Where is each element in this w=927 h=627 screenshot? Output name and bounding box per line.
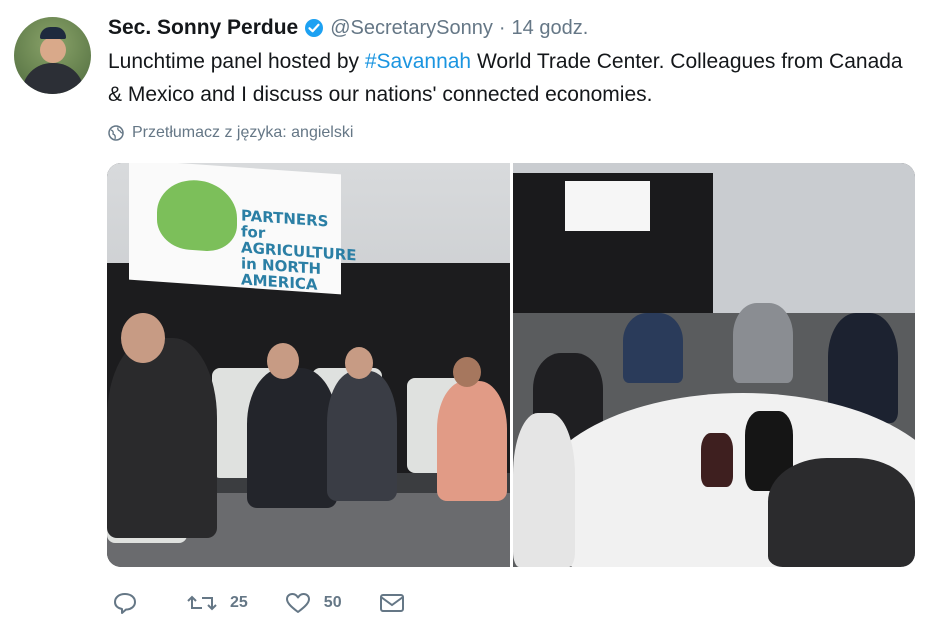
direct-message-button[interactable] xyxy=(378,592,418,614)
tweet-text-part-1: Lunchtime panel hosted by xyxy=(108,50,365,73)
hashtag-link[interactable]: #Savannah xyxy=(365,50,471,73)
tree-logo-icon xyxy=(157,177,237,254)
attendee xyxy=(768,458,915,567)
tweet-header: Sec. Sonny Perdue @SecretarySonny · 14 g… xyxy=(108,14,588,42)
author-handle[interactable]: @SecretarySonny xyxy=(330,17,493,40)
avatar-face xyxy=(40,37,66,63)
attendee xyxy=(733,303,793,383)
drink-pitcher xyxy=(701,433,733,487)
like-count: 50 xyxy=(323,594,342,611)
retweet-button[interactable]: 25 xyxy=(186,591,248,615)
reply-button[interactable] xyxy=(112,591,150,615)
translate-link[interactable]: Przetłumacz z języka: angielski xyxy=(108,124,353,142)
tweet: Sec. Sonny Perdue @SecretarySonny · 14 g… xyxy=(0,0,927,627)
stage-banner: PARTNERS for AGRICULTURE in NORTH AMERIC… xyxy=(129,163,357,295)
like-button[interactable]: 50 xyxy=(284,591,342,615)
panelist-head xyxy=(345,347,373,379)
globe-icon xyxy=(108,125,124,141)
attendee xyxy=(623,313,683,383)
panelist xyxy=(107,338,217,538)
tweet-text: Lunchtime panel hosted by #Savannah Worl… xyxy=(108,45,908,111)
avatar-body xyxy=(22,63,84,94)
author-name[interactable]: Sec. Sonny Perdue xyxy=(108,16,298,40)
like-icon xyxy=(285,593,310,613)
tweet-actions: 25 50 xyxy=(112,590,454,616)
panelist-head xyxy=(267,343,299,379)
translate-label: Przetłumacz z języka: angielski xyxy=(132,124,354,141)
timestamp[interactable]: 14 godz. xyxy=(512,17,589,40)
panelist xyxy=(437,381,507,501)
panelist-head xyxy=(121,313,165,363)
banner-text: PARTNERS for AGRICULTURE in NORTH AMERIC… xyxy=(241,206,357,294)
verified-badge-icon xyxy=(304,18,324,38)
retweet-icon xyxy=(187,595,217,611)
panelist xyxy=(247,368,337,508)
reply-icon xyxy=(114,593,136,614)
attendee xyxy=(513,413,575,567)
separator: · xyxy=(498,16,506,39)
panelist xyxy=(327,371,397,501)
photo-luncheon[interactable] xyxy=(513,163,915,567)
photo-panel-stage[interactable]: PARTNERS for AGRICULTURE in NORTH AMERIC… xyxy=(107,163,510,567)
retweet-count: 25 xyxy=(230,594,248,611)
hall-banner xyxy=(565,181,650,231)
avatar[interactable] xyxy=(14,17,91,94)
avatar-cap xyxy=(40,27,66,39)
direct-message-icon xyxy=(379,594,404,612)
panelist-head xyxy=(453,357,481,387)
